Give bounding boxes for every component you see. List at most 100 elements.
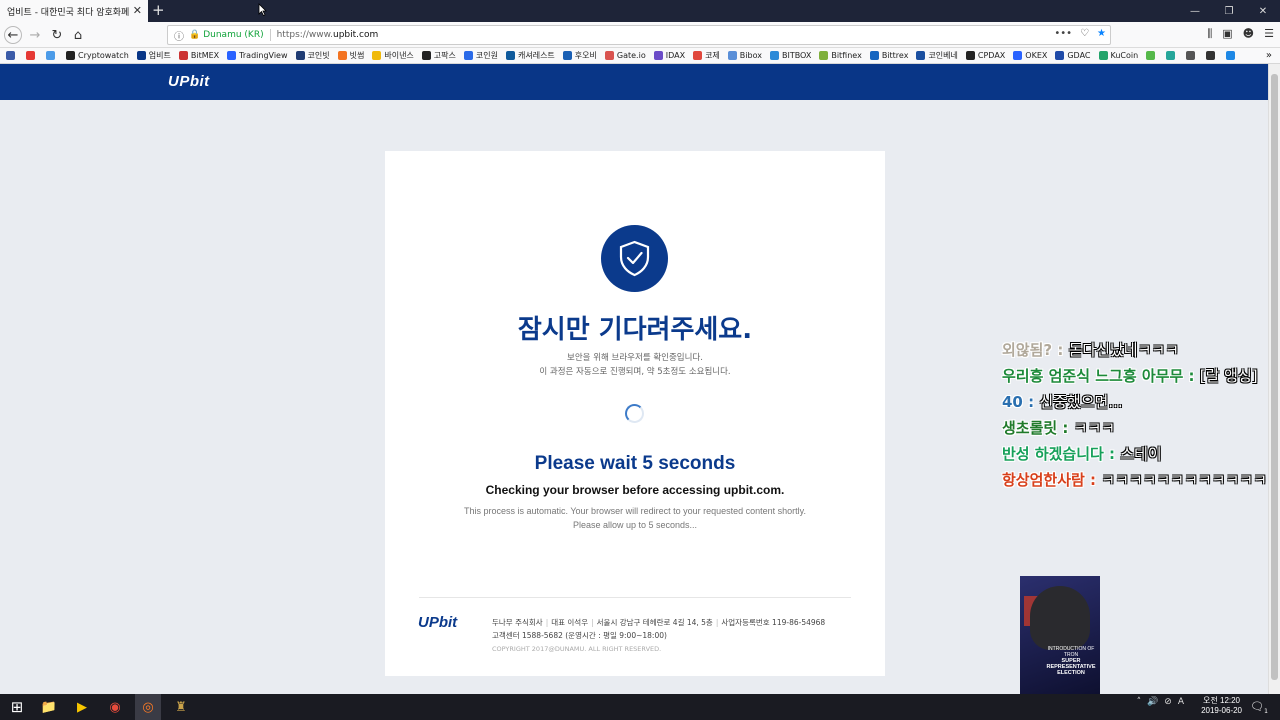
chat-username: 생초롤릿 <box>1002 419 1058 437</box>
bookmark-item[interactable] <box>1166 51 1178 60</box>
korean-title: 잠시만 기다려주세요. <box>517 315 753 345</box>
page-actions-icon[interactable]: ••• <box>1054 28 1072 39</box>
minimize-button[interactable]: — <box>1178 0 1212 22</box>
bookmark-item[interactable] <box>26 51 38 60</box>
bookmark-item[interactable]: 바이낸스 <box>372 50 414 61</box>
library-icon[interactable]: ⫼ <box>1207 27 1212 41</box>
forward-button[interactable]: → <box>26 26 44 44</box>
bookmark-label: 코인원 <box>475 51 498 60</box>
bookmark-item[interactable]: Cryptowatch <box>66 51 129 60</box>
game-app-icon[interactable]: ♜ <box>172 698 190 716</box>
bookmark-label: TradingView <box>239 51 288 60</box>
bookmark-label: IDAX <box>665 51 686 60</box>
bookmark-item[interactable]: KuCoin <box>1098 51 1138 60</box>
tray-expand-icon[interactable]: ˄ <box>1137 697 1142 707</box>
bookmarks-overflow-icon[interactable]: » <box>1266 50 1272 61</box>
reload-button[interactable]: ↻ <box>48 26 66 44</box>
bookmark-item[interactable]: TradingView <box>227 51 288 60</box>
page-scrollbar[interactable] <box>1268 64 1280 694</box>
bookmark-item[interactable]: 코인빗 <box>295 50 330 61</box>
bookmark-item[interactable]: 후오비 <box>562 50 597 61</box>
bookmark-item[interactable]: 고팍스 <box>421 50 456 61</box>
taskbar-clock[interactable]: 오전 12:20 2019-06-20 <box>1201 696 1242 716</box>
bookmark-item[interactable]: 빗썸 <box>337 50 364 61</box>
account-icon[interactable]: ☻ <box>1243 27 1254 41</box>
lock-icon: 🔒 <box>189 30 201 40</box>
new-tab-button[interactable]: + <box>152 1 165 19</box>
bookmark-item[interactable] <box>1186 51 1198 60</box>
bookmark-item[interactable]: 코인베네 <box>916 50 958 61</box>
notification-icon[interactable]: 🗨1 <box>1250 700 1268 715</box>
bookmark-favicon-icon <box>66 51 75 60</box>
footer-company-info: 두나무 주식회사 | 대표 이석우 | 서울시 강남구 테헤란로 4길 14, 5층 | 사… <box>492 618 826 627</box>
bookmark-item[interactable]: OKEX <box>1013 51 1047 60</box>
chat-username: 항상엄한사람 <box>1002 471 1085 489</box>
volume-icon[interactable]: 🔊 <box>1147 697 1158 707</box>
bookmark-favicon-icon <box>1146 51 1156 60</box>
bookmark-item[interactable]: Bibox <box>727 51 762 60</box>
address-bar[interactable]: ⓘ 🔒 Dunamu (KR) https://www.upbit.com ••… <box>167 25 1111 45</box>
bookmark-label: Cryptowatch <box>78 51 129 60</box>
network-icon[interactable]: ⊘ <box>1164 697 1172 707</box>
system-tray: ˄ 🔊 ⊘ A <box>1137 697 1184 707</box>
chat-text: 스테이 <box>1120 445 1162 463</box>
allow-seconds-message: Please allow up to 5 seconds... <box>572 520 698 530</box>
bookmark-favicon-icon <box>295 51 305 60</box>
home-button[interactable]: ⌂ <box>69 26 87 44</box>
bookmark-favicon-icon <box>604 51 614 60</box>
menu-icon[interactable]: ☰ <box>1264 27 1274 41</box>
navigation-toolbar: ← → ↻ ⌂ ⓘ 🔒 Dunamu (KR) https://www.upbi… <box>0 22 1280 48</box>
person-silhouette <box>1030 586 1090 650</box>
upbit-logo[interactable]: UPbit <box>168 73 210 90</box>
bookmark-item[interactable] <box>1206 51 1218 60</box>
bookmark-star-icon[interactable]: ★ <box>1097 28 1106 39</box>
windows-taskbar: ⊞ 📁 ▶ ◉ ◎ ♜ ˄ 🔊 ⊘ A 오전 12:20 2019-06-20 … <box>0 694 1280 720</box>
video-caption: INTRODUCTION OF TRON SUPER REPRESENTATIV… <box>1044 646 1098 676</box>
file-explorer-icon[interactable]: 📁 <box>40 698 58 716</box>
bookmark-item[interactable]: Gate.io <box>604 51 646 60</box>
back-button[interactable]: ← <box>4 26 22 44</box>
bookmark-label: 고팍스 <box>433 51 456 60</box>
pocket-icon[interactable]: ♡ <box>1080 28 1089 39</box>
site-info-icon[interactable]: ⓘ <box>171 28 187 43</box>
restore-button[interactable]: ❐ <box>1212 0 1246 22</box>
firefox-icon[interactable]: ◎ <box>139 698 157 716</box>
tab-close-icon[interactable]: ✕ <box>133 4 142 17</box>
bookmark-item[interactable] <box>6 51 18 60</box>
shield-check-icon <box>601 225 668 292</box>
bookmark-favicon-icon <box>1226 51 1236 60</box>
bookmark-item[interactable]: Bitfinex <box>819 51 862 60</box>
bookmark-label: 캐셔레스트 <box>517 51 555 60</box>
bookmark-item[interactable]: 코인원 <box>463 50 498 61</box>
bookmark-item[interactable]: 캐셔레스트 <box>505 50 555 61</box>
notification-count: 1 <box>1264 708 1268 716</box>
scrollbar-thumb[interactable] <box>1271 74 1278 680</box>
close-window-button[interactable]: ✕ <box>1246 0 1280 22</box>
bookmark-item[interactable]: 업비트 <box>136 50 171 61</box>
chat-separator: : <box>1103 445 1121 463</box>
bookmark-item[interactable] <box>1226 51 1238 60</box>
bookmark-favicon-icon <box>769 51 779 60</box>
bookmark-item[interactable] <box>46 51 58 60</box>
bookmark-item[interactable]: 코제 <box>693 50 720 61</box>
bookmark-label: GDAC <box>1067 51 1091 60</box>
start-button[interactable]: ⊞ <box>8 698 26 716</box>
bookmark-item[interactable]: IDAX <box>653 51 686 60</box>
bookmark-label: Bittrex <box>881 51 909 60</box>
chat-message: 항상엄한사람 : ㅋㅋㅋㅋㅋㅋㅋㅋㅋㅋㅋㅋ <box>1002 467 1268 493</box>
tab-upbit[interactable]: 업비트 - 대한민국 최다 암호화폐 ✕ <box>0 0 148 22</box>
site-identity: Dunamu (KR) <box>203 30 264 40</box>
bookmark-item[interactable]: GDAC <box>1055 51 1091 60</box>
bookmark-item[interactable] <box>1146 51 1158 60</box>
chrome-icon[interactable]: ◉ <box>106 698 124 716</box>
bookmark-item[interactable]: BITBOX <box>769 51 811 60</box>
sidebar-icon[interactable]: ▣ <box>1222 27 1232 41</box>
bookmark-item[interactable]: CPDAX <box>965 51 1005 60</box>
bookmark-favicon-icon <box>1098 51 1108 60</box>
bookmark-item[interactable]: Bittrex <box>869 51 909 60</box>
ime-icon[interactable]: A <box>1178 697 1184 707</box>
bookmark-favicon-icon <box>421 51 431 60</box>
chat-text: ㅋㅋㅋ <box>1073 419 1116 437</box>
bookmark-item[interactable]: BitMEX <box>178 51 219 60</box>
media-player-icon[interactable]: ▶ <box>73 698 91 716</box>
